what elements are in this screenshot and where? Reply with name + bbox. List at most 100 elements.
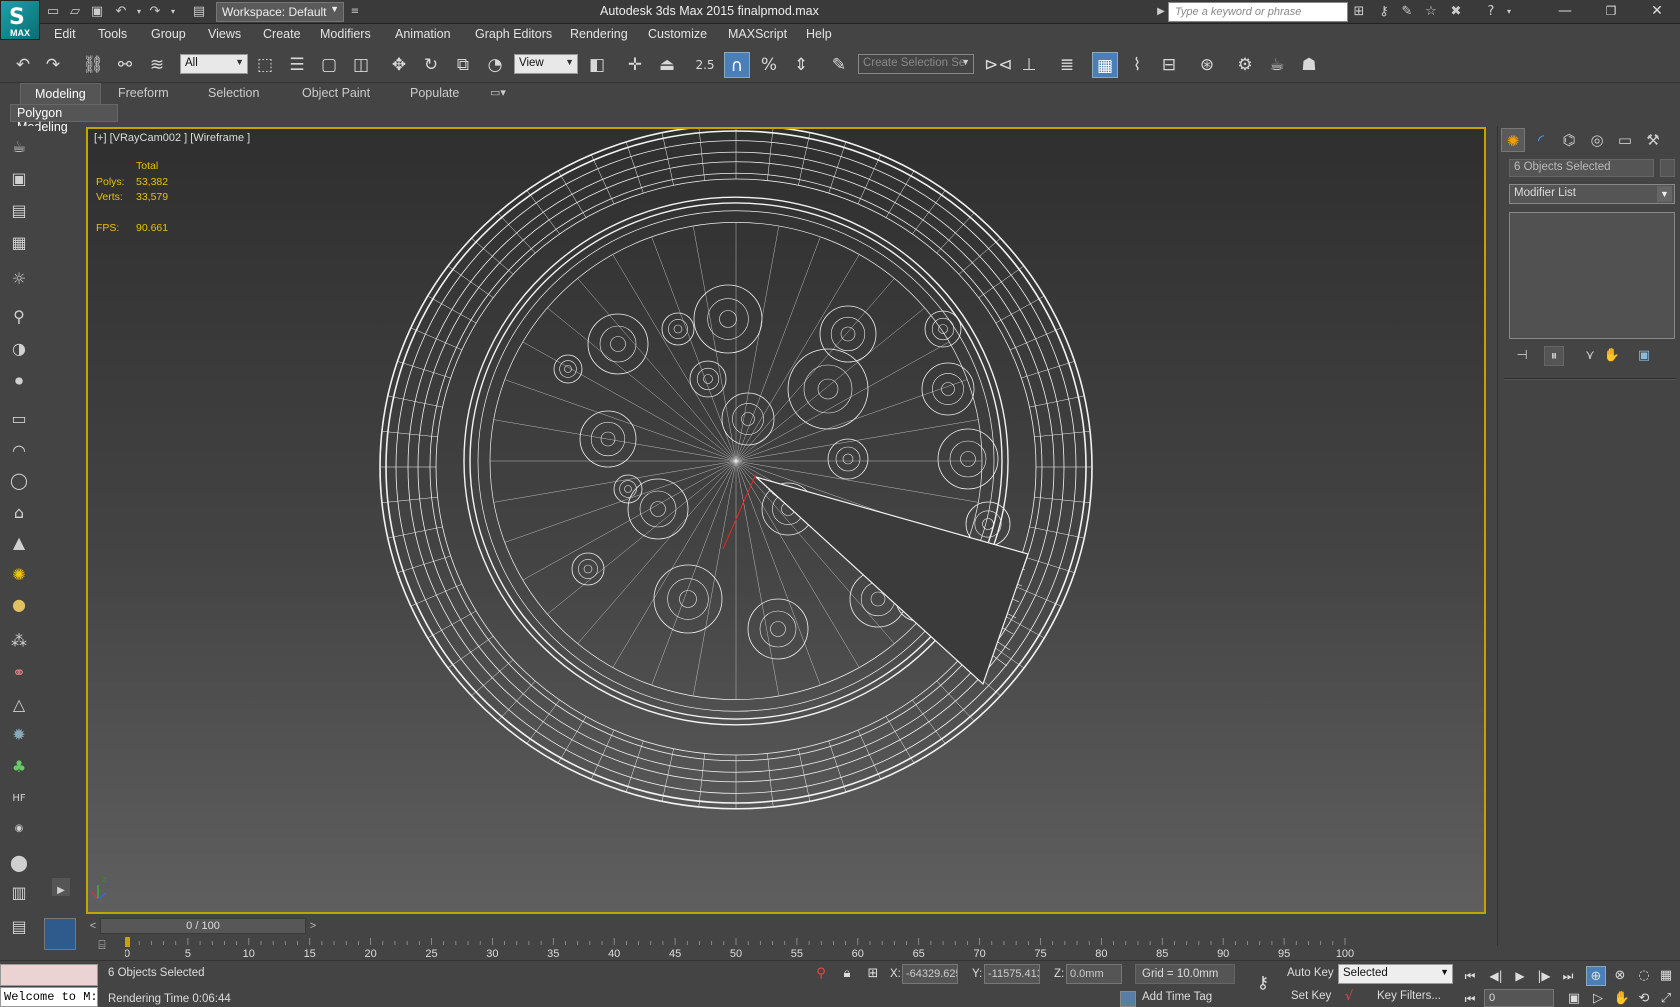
- pivot-center-icon[interactable]: ◧: [584, 52, 610, 78]
- menu-maxscript[interactable]: MAXScript: [728, 27, 787, 41]
- object-color-swatch[interactable]: [1660, 159, 1675, 177]
- cone-light-icon[interactable]: ▲: [6, 530, 32, 556]
- tab-populate[interactable]: Populate: [410, 86, 459, 100]
- gear-icon[interactable]: ✹: [6, 722, 32, 748]
- viewport-perspective[interactable]: [+] [VRayCam002 ] [Wireframe ] Total Pol…: [86, 127, 1486, 914]
- maxscript-listener-pink[interactable]: [0, 964, 98, 986]
- mini-listener-icon[interactable]: [44, 918, 76, 950]
- tab-freeform[interactable]: Freeform: [118, 86, 169, 100]
- menu-graph-editors[interactable]: Graph Editors: [475, 27, 552, 41]
- search-input[interactable]: Type a keyword or phrase: [1168, 2, 1348, 22]
- snaps-toggle-icon[interactable]: 2.5: [692, 52, 718, 78]
- viewport-label[interactable]: [+] [VRayCam002 ] [Wireframe ]: [94, 132, 250, 144]
- redo-icon[interactable]: ↷: [146, 3, 164, 21]
- key-curve-icon[interactable]: √: [1340, 989, 1358, 1007]
- hair-fur-icon[interactable]: HF: [6, 786, 32, 812]
- mesh-icon[interactable]: ⌂: [6, 500, 32, 526]
- menu-create[interactable]: Create: [263, 27, 301, 41]
- angle-snap-icon[interactable]: ∩: [724, 52, 750, 78]
- previous-frame-icon[interactable]: <: [86, 917, 100, 935]
- menu-tools[interactable]: Tools: [98, 27, 127, 41]
- y-coordinate-field[interactable]: -11575.413: [984, 964, 1040, 984]
- select-link-icon[interactable]: ⛓: [80, 52, 106, 78]
- z-coordinate-field[interactable]: 0.0mm: [1066, 964, 1122, 984]
- exchange-apps-icon[interactable]: ✖: [1447, 3, 1465, 21]
- modifier-list-dropdown[interactable]: Modifier List ▼: [1509, 184, 1675, 204]
- scale-icon[interactable]: ⧉: [450, 52, 476, 78]
- ribbon-options-icon[interactable]: ▭▾: [490, 86, 506, 99]
- window-crossing-icon[interactable]: ◫: [348, 52, 374, 78]
- x-coordinate-field[interactable]: -64329.625: [902, 964, 958, 984]
- select-by-name-icon[interactable]: ☰: [284, 52, 310, 78]
- place-icon[interactable]: ◔: [482, 52, 508, 78]
- show-end-result-icon[interactable]: ⏸: [1544, 346, 1564, 366]
- dome-icon[interactable]: ◠: [6, 438, 32, 464]
- next-key-icon[interactable]: |▶: [1534, 966, 1554, 986]
- subscription-key-icon[interactable]: ⚷: [1375, 3, 1393, 21]
- project-folder-icon[interactable]: ▤: [190, 3, 208, 21]
- sky-sphere-icon[interactable]: ●: [6, 592, 32, 618]
- configure-modifier-sets-icon[interactable]: ▣: [1634, 346, 1654, 366]
- undo-icon[interactable]: ↶: [112, 3, 130, 21]
- curve-editor-icon[interactable]: ⌇: [1124, 52, 1150, 78]
- open-file-icon[interactable]: ▱: [66, 3, 84, 21]
- play-icon[interactable]: ▶: [1510, 966, 1530, 986]
- plane-icon[interactable]: ▭: [6, 406, 32, 432]
- restore-button[interactable]: ❐: [1588, 0, 1634, 24]
- time-slider[interactable]: < 0 / 100 >: [86, 917, 1486, 935]
- orbit-icon[interactable]: ◌: [1634, 966, 1654, 986]
- application-menu-button[interactable]: S MAX: [0, 0, 40, 40]
- isolate-selection-icon[interactable]: ⚲: [812, 966, 830, 984]
- schematic-view-icon[interactable]: ⊟: [1156, 52, 1182, 78]
- align-icon[interactable]: ⊥: [1016, 52, 1042, 78]
- menu-modifiers[interactable]: Modifiers: [320, 27, 371, 41]
- new-file-icon[interactable]: ▭: [44, 3, 62, 21]
- sphere-light-icon[interactable]: ◯: [6, 468, 32, 494]
- quick-access-menu-icon[interactable]: ≡: [346, 3, 364, 21]
- unlink-icon[interactable]: ⚯: [112, 52, 138, 78]
- pan-view-icon[interactable]: ✋: [1612, 989, 1632, 1007]
- tab-modeling[interactable]: Modeling: [20, 83, 101, 105]
- key-filters-button[interactable]: Key Filters...: [1372, 987, 1446, 1007]
- sun-icon[interactable]: ✺: [6, 562, 32, 588]
- menu-rendering[interactable]: Rendering: [570, 27, 628, 41]
- list-view-icon[interactable]: ▤: [6, 198, 32, 224]
- script-icon[interactable]: ▤: [6, 914, 32, 940]
- menu-edit[interactable]: Edit: [54, 27, 76, 41]
- zoom-all-icon[interactable]: ⊗: [1610, 966, 1630, 986]
- maximize-viewport-toggle-icon[interactable]: ▦: [1656, 966, 1676, 986]
- field-of-view-icon[interactable]: ▷: [1588, 989, 1608, 1007]
- render-setup-icon[interactable]: ⚙: [1232, 52, 1258, 78]
- zoom-icon[interactable]: ⊕: [1586, 966, 1606, 986]
- add-time-tag-button[interactable]: Add Time Tag: [1120, 991, 1245, 1007]
- keyboard-shortcut-override-icon[interactable]: ⏏: [654, 52, 680, 78]
- key-filter-dropdown[interactable]: Selected ▼: [1338, 964, 1453, 984]
- remove-modifier-icon[interactable]: ✋: [1602, 346, 1622, 366]
- help-icon[interactable]: ?: [1482, 3, 1500, 21]
- rendered-frame-window-icon[interactable]: ☕: [1264, 52, 1290, 78]
- triangle-mesh-icon[interactable]: △: [6, 692, 32, 718]
- object-name-field[interactable]: 6 Objects Selected: [1509, 159, 1654, 177]
- menu-views[interactable]: Views: [208, 27, 241, 41]
- utilities-tab-icon[interactable]: ⚒: [1641, 128, 1665, 152]
- key-mode-toggle-icon[interactable]: ⏮: [1460, 989, 1480, 1007]
- save-file-icon[interactable]: ▣: [88, 3, 106, 21]
- favorites-star-icon[interactable]: ☆: [1422, 3, 1440, 21]
- help-dropdown-icon[interactable]: ▾: [1500, 3, 1518, 21]
- menu-animation[interactable]: Animation: [395, 27, 451, 41]
- render-production-icon[interactable]: ☗: [1296, 52, 1322, 78]
- hierarchy-tab-icon[interactable]: ⌬: [1557, 128, 1581, 152]
- track-bar[interactable]: 0 5 10 15 20 25 30 35 40 45 50 55 60 65 70 75 80 85 90 95 10…: [125, 936, 1455, 960]
- modify-tab-icon[interactable]: ◜: [1529, 128, 1553, 152]
- redo-dropdown-icon[interactable]: ▾: [164, 3, 182, 21]
- selection-lock-icon[interactable]: 🔒︎: [838, 966, 856, 984]
- rotate-icon[interactable]: ↻: [418, 52, 444, 78]
- barcode-icon[interactable]: ▥: [6, 880, 32, 906]
- redo-icon[interactable]: ↷: [40, 52, 66, 78]
- spinner-snap-icon[interactable]: ⇕: [788, 52, 814, 78]
- display-tab-icon[interactable]: ▭: [1613, 128, 1637, 152]
- layer-manager-icon[interactable]: ≣: [1054, 52, 1080, 78]
- menu-group[interactable]: Group: [151, 27, 186, 41]
- pin-stack-icon[interactable]: ⊣: [1512, 346, 1532, 366]
- material-editor-icon[interactable]: ⊛: [1194, 52, 1220, 78]
